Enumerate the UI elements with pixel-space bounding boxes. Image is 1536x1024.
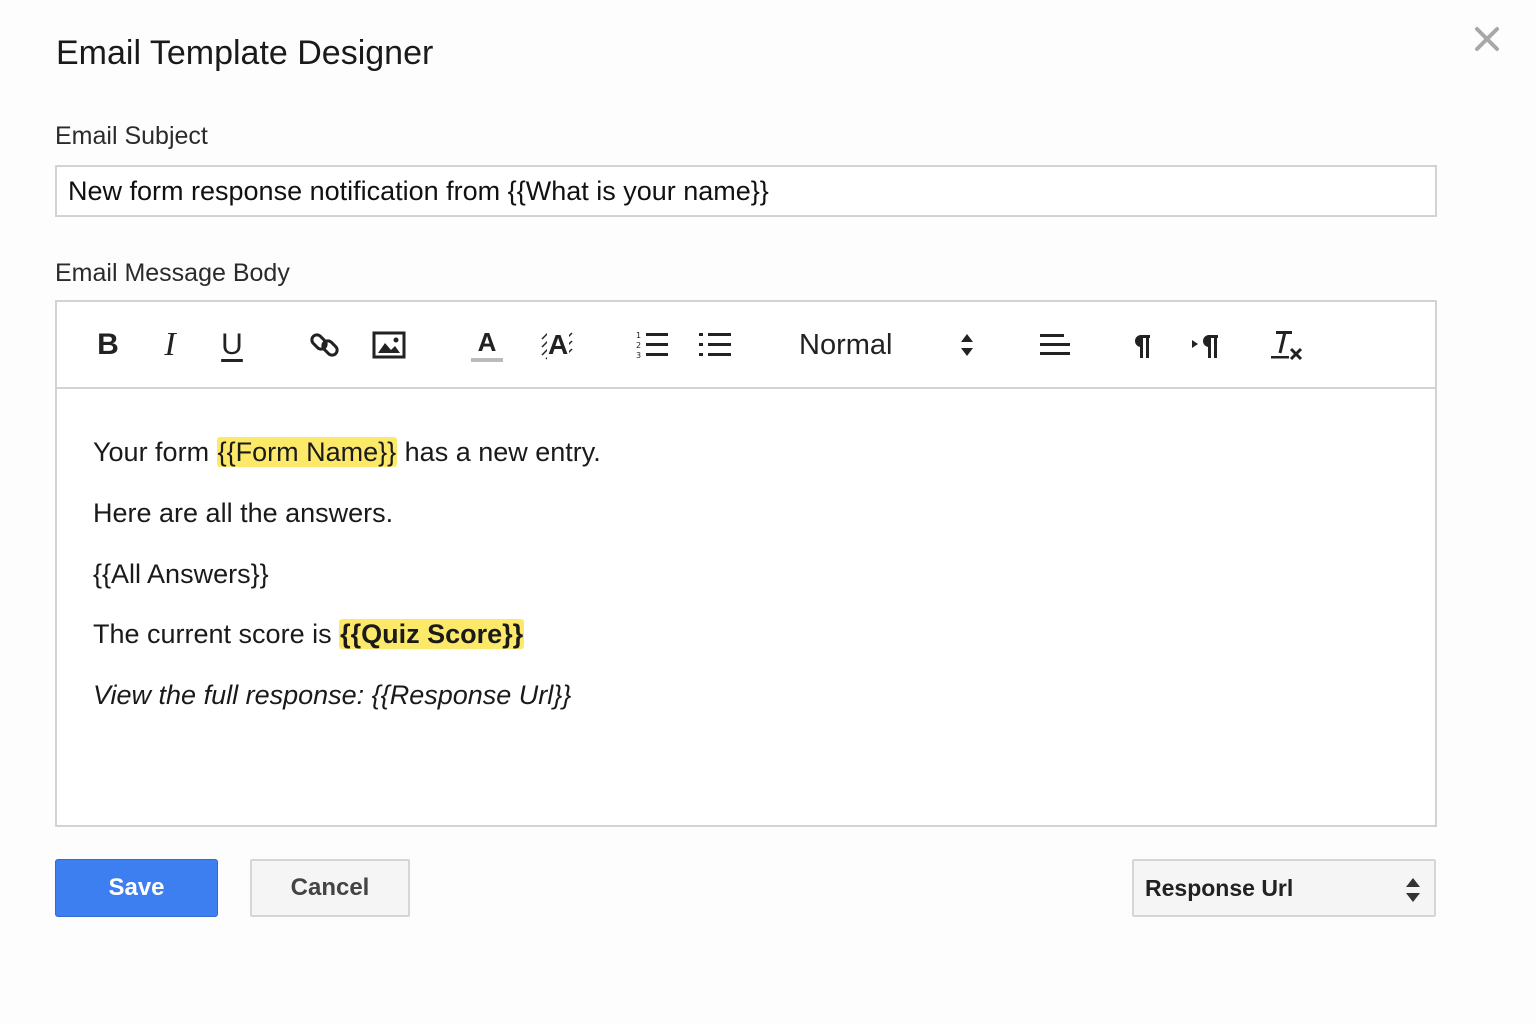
close-icon[interactable] <box>1470 22 1504 56</box>
ltr-direction-icon <box>1135 335 1150 358</box>
ordered-list-button[interactable]: 1 2 3 <box>632 324 672 366</box>
body-line-response-url: View the full response: {{Response Url}} <box>93 680 572 710</box>
background-color-button[interactable]: A <box>537 324 577 366</box>
link-button[interactable] <box>305 324 345 366</box>
italic-icon: I <box>164 326 176 363</box>
svg-text:2: 2 <box>636 341 641 350</box>
align-icon <box>1040 334 1070 355</box>
bold-button[interactable]: B <box>91 324 125 366</box>
underline-icon: U <box>221 328 243 361</box>
clear-formatting-button[interactable] <box>1267 324 1307 366</box>
image-icon <box>372 331 406 359</box>
text-color-icon: A <box>471 328 503 362</box>
updown-arrows-icon <box>1406 878 1420 902</box>
link-icon <box>310 333 339 357</box>
email-template-dialog: Email Template Designer Email Subject Em… <box>0 0 1536 1024</box>
body-line-all-answers-tag: {{All Answers}} <box>93 559 269 589</box>
insert-field-select[interactable]: Response Url <box>1132 859 1436 917</box>
image-button[interactable] <box>369 324 409 366</box>
form-name-tag: {{Form Name}} <box>216 437 398 467</box>
text-color-button[interactable]: A <box>467 324 507 366</box>
email-body-label: Email Message Body <box>55 259 290 287</box>
cancel-button[interactable]: Cancel <box>250 859 410 917</box>
bullet-list-icon <box>699 333 731 356</box>
format-select[interactable]: Normal <box>799 324 979 366</box>
rtl-direction-button[interactable] <box>1187 324 1227 366</box>
italic-button[interactable]: I <box>153 324 187 366</box>
underline-button[interactable]: U <box>215 324 249 366</box>
ordered-list-icon: 1 2 3 <box>636 331 668 360</box>
quiz-score-tag: {{Quiz Score}} <box>339 619 525 649</box>
body-line-quiz-score: The current score is {{Quiz Score}} <box>93 619 525 649</box>
format-select-value: Normal <box>799 328 893 361</box>
email-subject-input[interactable] <box>55 165 1437 217</box>
body-line-form-name: Your form {{Form Name}} has a new entry. <box>93 437 601 467</box>
rtl-direction-icon <box>1192 335 1218 358</box>
align-button[interactable] <box>1035 324 1075 366</box>
clear-formatting-icon <box>1271 331 1303 361</box>
email-subject-label: Email Subject <box>55 122 208 150</box>
svg-text:1: 1 <box>636 331 641 340</box>
background-color-icon: A <box>540 329 574 361</box>
svg-text:3: 3 <box>636 351 641 360</box>
dialog-title: Email Template Designer <box>56 34 434 72</box>
body-line-answers-intro: Here are all the answers. <box>93 498 394 528</box>
editor-toolbar: B I U A A 1 2 3 Normal <box>57 302 1435 389</box>
bold-icon: B <box>97 328 119 361</box>
ltr-direction-button[interactable] <box>1125 324 1161 366</box>
updown-arrows-icon <box>961 334 973 356</box>
rich-text-editor: B I U A A 1 2 3 Normal Your form {{Form … <box>55 300 1437 827</box>
bullet-list-button[interactable] <box>695 324 735 366</box>
save-button[interactable]: Save <box>55 859 218 917</box>
insert-field-select-value: Response Url <box>1145 875 1294 901</box>
